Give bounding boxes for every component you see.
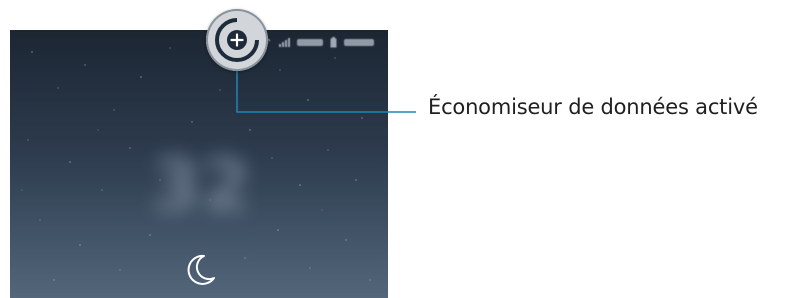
data-saver-badge: [206, 9, 268, 71]
status-percent-blurred: [297, 38, 323, 46]
signal-icon: [279, 38, 290, 47]
moon-icon: [187, 254, 215, 285]
data-saver-icon: [215, 17, 260, 62]
status-time-blurred: [344, 38, 374, 46]
phone-lock-screen: 32: [10, 30, 388, 298]
lockscreen-clock: 32: [150, 143, 252, 227]
status-bar: [259, 32, 374, 52]
battery-icon: [330, 36, 337, 47]
callout-label: Économiseur de données activé: [428, 95, 758, 119]
